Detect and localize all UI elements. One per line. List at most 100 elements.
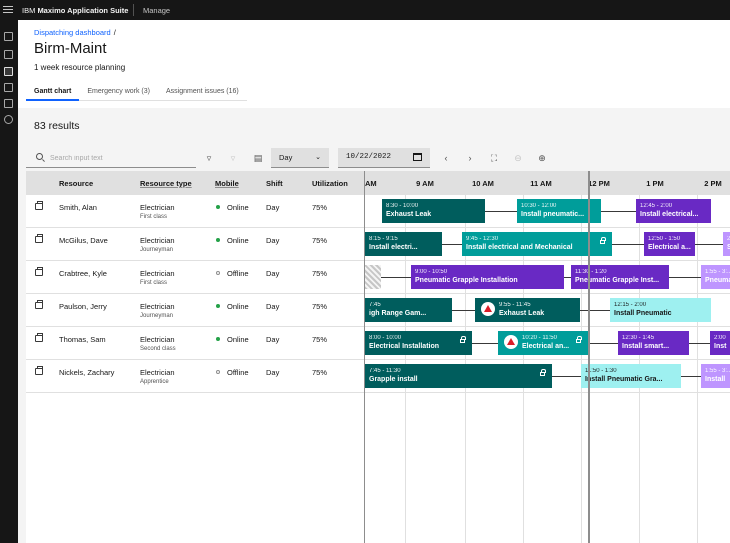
timeline-hour-label: 9 AM	[416, 179, 434, 188]
tab-assignment-issues[interactable]: Assignment issues (16)	[158, 84, 247, 101]
zoom-out-icon[interactable]: ⊖	[512, 152, 524, 164]
work-order-time: 12:30 - 1:45	[622, 335, 655, 341]
work-order-time: 9:45 - 12:30	[466, 236, 499, 242]
work-order-bar[interactable]: 2:...S	[723, 232, 730, 256]
resource-type: Electrician	[140, 269, 175, 278]
work-order-bar[interactable]: 8:00 - 10:00 Electrical Installation	[365, 331, 472, 355]
dependency-line	[669, 277, 701, 278]
work-order-bar[interactable]: 10:20 - 11:50 Electrical an...	[498, 331, 588, 355]
tab-gantt-chart[interactable]: Gantt chart	[26, 84, 80, 101]
shift: Day	[266, 335, 280, 344]
trash-icon[interactable]: ▤	[252, 152, 264, 164]
fit-to-screen-icon[interactable]: ⛶	[488, 152, 500, 164]
unavailable-block[interactable]	[365, 265, 381, 289]
assign-icon[interactable]	[35, 300, 43, 309]
settings-icon[interactable]	[4, 115, 13, 124]
work-order-bar[interactable]: 8:30 - 10:00 Exhaust Leak	[382, 199, 485, 223]
work-order-bar[interactable]: 12:45 - 2:00 Install electrical...	[636, 199, 711, 223]
column-header-resource[interactable]: Resource	[59, 179, 93, 188]
resource-gantt-grid: Resource Resource type Mobile Shift Util…	[26, 171, 730, 543]
column-header-resource-type[interactable]: Resource type	[140, 179, 192, 188]
toolbar: ▿ ▿ ▤ Day ⌄ 10/22/2022 ‹ › ⛶ ⊖ ⊕	[26, 148, 730, 168]
online-status-icon	[216, 304, 220, 308]
work-order-time: 8:15 - 9:15	[369, 236, 398, 242]
utilization: 75%	[312, 335, 328, 344]
work-order-bar[interactable]: 7:45 - 11:30 Grapple install	[365, 364, 552, 388]
work-order-bar[interactable]: 9:55 - 11:45 Exhaust Leak	[475, 298, 580, 322]
chevron-right-icon[interactable]: ›	[464, 152, 476, 164]
search-icon	[36, 153, 43, 160]
dispatch-icon[interactable]	[4, 67, 13, 76]
work-order-time: 2:00	[714, 335, 726, 341]
zoom-in-icon[interactable]: ⊕	[536, 152, 548, 164]
utilization: 75%	[312, 368, 328, 377]
table-row[interactable]: Crabtree, Kyle Electrician First class Offl…	[26, 261, 364, 294]
work-order-time: 9:00 - 10:50	[415, 269, 448, 275]
lock-icon	[600, 237, 606, 244]
table-row[interactable]: McGilus, Dave Electrician Journeyman Online…	[26, 228, 364, 261]
resource-level: First class	[140, 280, 167, 286]
filter-icon[interactable]: ▿	[203, 152, 215, 164]
clipboard-icon[interactable]	[4, 83, 13, 92]
app-brand[interactable]: IBM Maximo Application Suite	[22, 6, 128, 15]
assign-icon[interactable]	[35, 201, 43, 210]
work-order-name: Grapple install	[369, 376, 418, 383]
assign-icon[interactable]	[35, 234, 43, 243]
date-picker[interactable]: 10/22/2022	[338, 148, 430, 168]
dependency-line	[564, 277, 571, 278]
view-select[interactable]: Day ⌄	[271, 148, 329, 168]
menu-icon[interactable]	[2, 4, 14, 16]
header-divider	[133, 4, 134, 16]
search-input[interactable]	[50, 152, 190, 164]
table-row[interactable]: Paulson, Jerry Electrician Journeyman Onlin…	[26, 294, 364, 327]
tab-emergency-work[interactable]: Emergency work (3)	[79, 84, 158, 101]
page-title: Birm-Maint	[34, 40, 107, 57]
dependency-line	[552, 376, 581, 377]
lock-icon	[460, 336, 466, 343]
offline-status-icon	[216, 370, 220, 374]
work-order-name: Install pneumatic...	[521, 211, 585, 218]
shift: Day	[266, 236, 280, 245]
table-row[interactable]: Smith, Alan Electrician First class Online D…	[26, 195, 364, 228]
work-order-bar[interactable]: 11:50 - 1:30 Install Pneumatic Gra...	[581, 364, 681, 388]
calendar-icon[interactable]	[413, 153, 422, 161]
assign-icon[interactable]	[35, 366, 43, 375]
assign-icon[interactable]	[35, 267, 43, 276]
work-order-time: 9:55 - 11:45	[499, 302, 531, 308]
dependency-line	[452, 310, 475, 311]
work-order-bar[interactable]: 12:50 - 1:50 Electrical a...	[644, 232, 695, 256]
work-order-icon[interactable]	[4, 50, 13, 59]
work-order-bar[interactable]: 7:45 igh Range Gam...	[365, 298, 452, 322]
work-order-bar[interactable]: 2:00 Inst	[710, 331, 730, 355]
dependency-line	[601, 211, 636, 212]
date-value: 10/22/2022	[346, 153, 392, 161]
document-icon[interactable]	[4, 99, 13, 108]
resource-type: Electrician	[140, 302, 175, 311]
dependency-line	[681, 376, 701, 377]
resource-type: Electrician	[140, 368, 175, 377]
work-order-name: Install smart...	[622, 343, 670, 350]
table-row[interactable]: Thomas, Sam Electrician Second class Online…	[26, 327, 364, 360]
column-header-shift[interactable]: Shift	[266, 179, 283, 188]
work-order-bar[interactable]: 8:15 - 9:15 Install electri...	[365, 232, 442, 256]
work-order-bar[interactable]: 1:55 - 3:... Pneuma	[701, 265, 730, 289]
timeline-hour-label: AM	[365, 179, 377, 188]
dependency-line	[485, 211, 517, 212]
work-order-bar[interactable]: 1:55 - 3:... Install	[701, 364, 730, 388]
calendar-icon[interactable]	[4, 32, 13, 41]
table-row[interactable]: Nickels, Zachary Electrician Apprentice Off…	[26, 360, 364, 393]
mobile-status: Offline	[227, 368, 249, 377]
breadcrumb-link[interactable]: Dispatching dashboard	[34, 28, 111, 37]
work-order-bar[interactable]: 11:30 - 1:20 Pneumatic Grapple Inst...	[571, 265, 669, 289]
column-header-mobile[interactable]: Mobile	[215, 179, 239, 188]
work-order-bar[interactable]: 12:15 - 2:00 Install Pneumatic	[610, 298, 711, 322]
top-bar: IBM Maximo Application Suite Manage	[0, 0, 730, 20]
module-name[interactable]: Manage	[143, 6, 170, 15]
chevron-left-icon[interactable]: ‹	[440, 152, 452, 164]
assign-icon[interactable]	[35, 333, 43, 342]
clear-filter-icon[interactable]: ▿	[227, 152, 239, 164]
work-order-time: 7:45	[369, 302, 381, 308]
column-header-utilization[interactable]: Utilization	[312, 179, 348, 188]
work-order-bar[interactable]: 9:00 - 10:50 Pneumatic Grapple Installati…	[411, 265, 564, 289]
work-order-bar[interactable]: 12:30 - 1:45 Install smart...	[618, 331, 689, 355]
